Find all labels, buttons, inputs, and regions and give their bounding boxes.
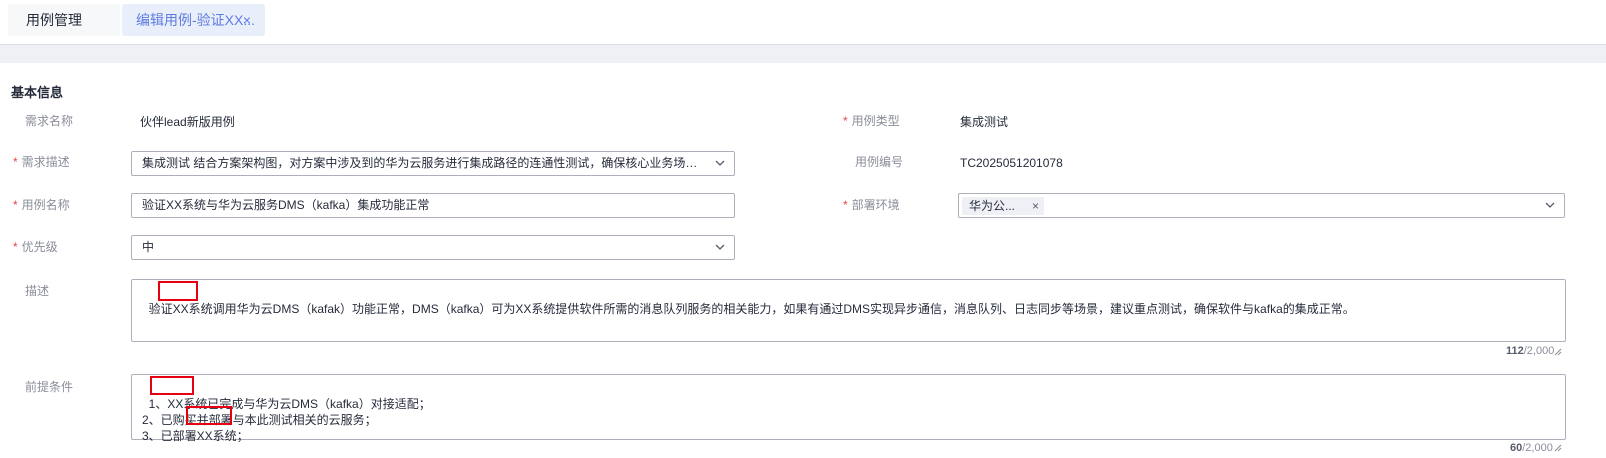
priority-value: 中 (142, 240, 155, 254)
label-description: 描述 (25, 284, 50, 298)
requirement-desc-select[interactable]: 集成测试 结合方案架构图，对方案中涉及到的华为云服务进行集成路径的连通性测试，确… (131, 151, 735, 176)
highlight-box (158, 281, 198, 301)
label-priority: * 优先级 (13, 240, 58, 254)
requirement-desc-value: 集成测试 结合方案架构图，对方案中涉及到的华为云服务进行集成路径的连通性测试，确… (142, 156, 734, 170)
tab-bar: 用例管理 编辑用例-验证XX... × (0, 0, 1606, 40)
case-type-value: 集成测试 (960, 115, 1009, 129)
description-value: 验证XX系统调用华为云DMS（kafak）功能正常，DMS（kafka）可为XX… (148, 302, 1355, 316)
description-counter: 112/2,000 (1506, 345, 1555, 357)
required-mark: * (13, 240, 18, 254)
tag-label: 华为公... (969, 199, 1016, 213)
requirement-name-value: 伙伴lead新版用例 (140, 115, 235, 129)
deploy-env-select[interactable]: 华为公... × (958, 193, 1565, 218)
required-mark: * (13, 155, 18, 169)
case-number-value: TC2025051201078 (960, 156, 1063, 170)
highlight-box (150, 376, 194, 395)
tab-edit-case[interactable]: 编辑用例-验证XX... × (122, 4, 265, 36)
resize-handle-icon[interactable] (1554, 348, 1562, 356)
required-mark: * (13, 198, 18, 212)
close-icon[interactable]: × (1032, 197, 1039, 215)
required-mark: * (843, 114, 848, 128)
close-icon[interactable]: × (243, 4, 251, 36)
toolbar-band (0, 45, 1606, 63)
label-case-type: * 用例类型 (843, 114, 900, 128)
label-deploy-env: * 部署环境 (843, 198, 900, 212)
section-title: 基本信息 (11, 85, 64, 100)
tab-label: 用例管理 (26, 12, 82, 28)
precondition-textarea[interactable]: 1、XX系统已完成与华为云DMS（kafka）对接适配； 2、已购买并部署与本此… (131, 374, 1566, 443)
label-requirement-desc: * 需求描述 (13, 155, 70, 169)
label-case-number: 用例编号 (855, 155, 904, 169)
case-name-input[interactable]: 验证XX系统与华为云服务DMS（kafka）集成功能正常 (131, 193, 735, 218)
deploy-env-tag: 华为公... × (962, 197, 1044, 215)
label-precondition: 前提条件 (25, 380, 74, 394)
chevron-down-icon (1545, 202, 1555, 208)
highlight-box (186, 406, 232, 425)
chevron-down-icon (715, 244, 725, 250)
required-mark: * (843, 198, 848, 212)
case-name-value: 验证XX系统与华为云服务DMS（kafka）集成功能正常 (142, 198, 430, 212)
label-case-name: * 用例名称 (13, 198, 70, 212)
description-textarea[interactable]: 验证XX系统调用华为云DMS（kafak）功能正常，DMS（kafka）可为XX… (131, 279, 1566, 342)
tab-case-management[interactable]: 用例管理 (8, 4, 120, 36)
label-requirement-name: 需求名称 (25, 114, 74, 128)
tab-label: 编辑用例-验证XX... (136, 12, 256, 28)
resize-handle-icon[interactable] (1554, 444, 1562, 452)
chevron-down-icon (715, 160, 725, 166)
priority-select[interactable]: 中 (131, 235, 735, 260)
precondition-counter: 60/2,000 (1510, 442, 1553, 454)
